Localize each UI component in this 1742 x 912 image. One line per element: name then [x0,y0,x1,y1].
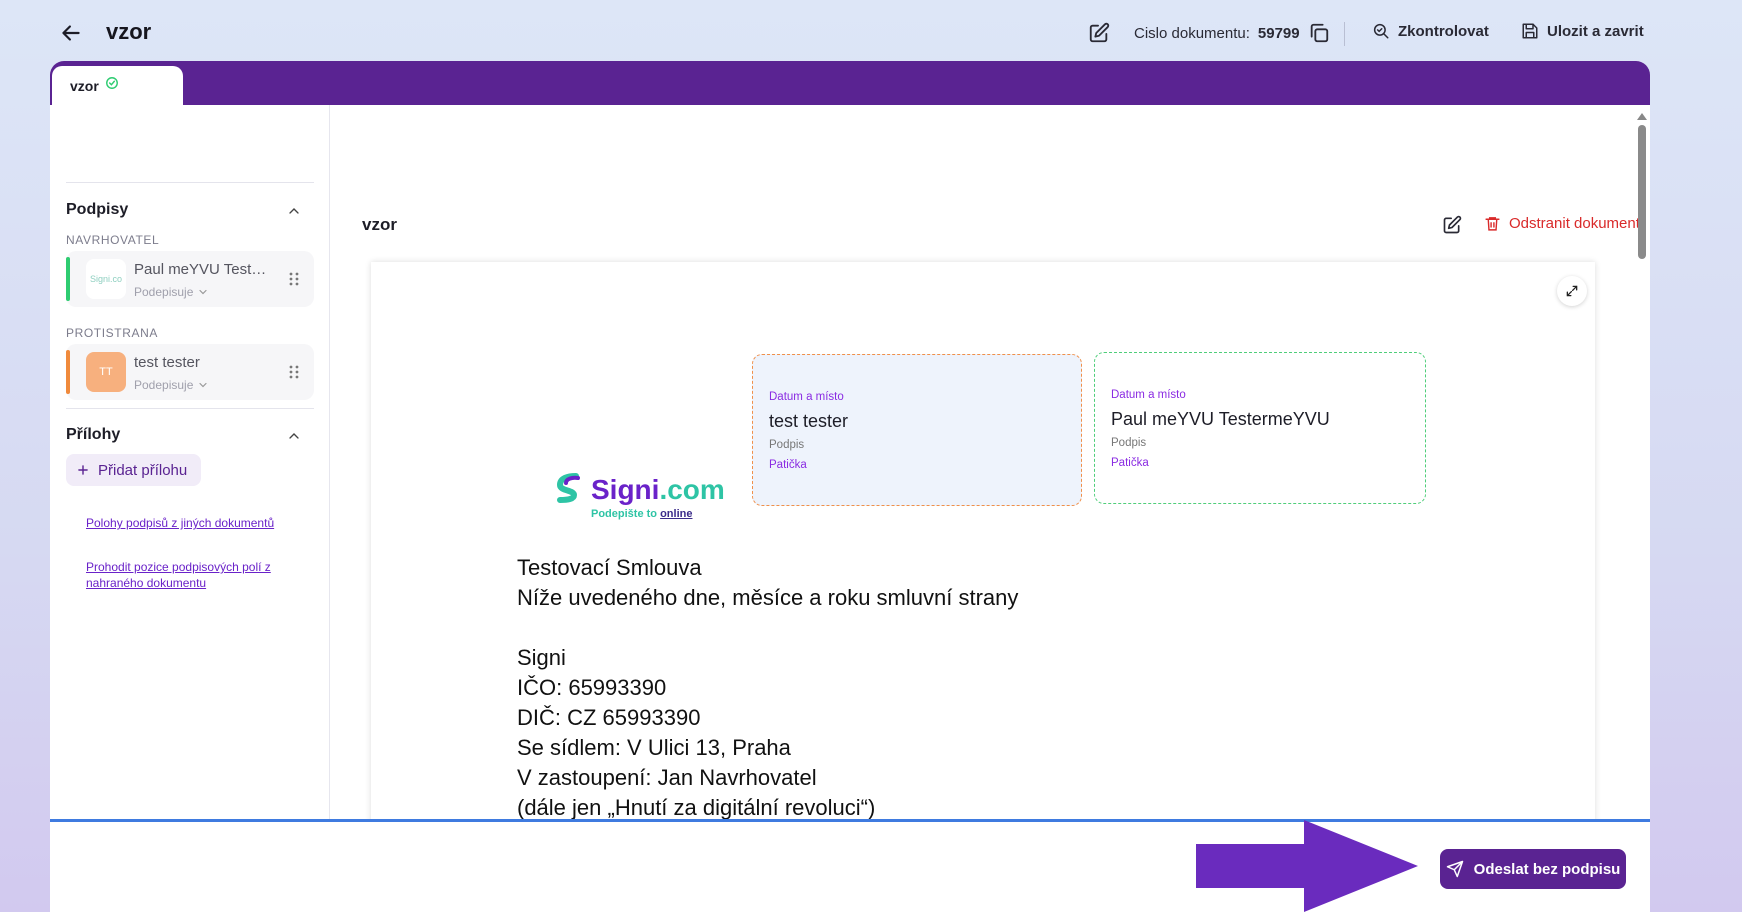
back-arrow-icon[interactable] [58,20,84,46]
document-area: vzor Odstranit dokument Signi.com Podepi… [331,105,1650,862]
tab-bar [50,61,1650,105]
signer-role-select[interactable]: Podepisuje [134,378,209,392]
link-swap-line1: Prohodit pozice podpisových polí z [86,560,271,574]
avatar: Signi.co [86,259,126,299]
logo-suffix: .com [659,474,725,505]
add-attachment-button[interactable]: Přidat přílohu [66,454,202,486]
document-text-line: V zastoupení: Jan Navrhovatel [517,765,817,790]
edit-icon[interactable] [1088,22,1110,44]
signer-role-label: Podepisuje [134,285,194,299]
document-text-line: Níže uvedeného dne, měsíce a roku smluvn… [517,585,1019,610]
document-name: vzor [362,215,397,234]
save-close-button[interactable]: Ulozit a zavrit [1521,22,1644,40]
logo-tag-text: Podepište to [591,508,658,520]
sig-name: test tester [769,411,849,431]
sidebar-divider [66,408,314,409]
edit-icon[interactable] [1442,215,1462,235]
document-text-line: Se sídlem: V Ulici 13, Praha [517,735,791,760]
signatures-title: Podpisy [66,201,129,218]
sig-sign-label: Podpis [769,439,805,451]
signi-logo-mark [556,473,580,503]
save-icon [1522,23,1538,39]
sig-date-label: Datum a místo [769,391,844,403]
check-circle-icon [105,77,118,89]
sig-footer-label: Patička [769,459,807,471]
chevron-up-icon[interactable] [286,203,302,219]
logo-main: Signi [591,474,660,505]
doc-number-value: 59799 [1257,24,1300,42]
avatar: TT [86,352,126,392]
send-label: Odeslat bez podpisu [1473,860,1621,878]
signer-stripe [66,257,70,301]
signature-field-counterparty[interactable]: Datum a místo test tester Podpis Patička [752,354,1082,506]
document-text-line: (dále jen „Hnutí za digitální revoluci“) [517,795,876,820]
chevron-down-icon [199,382,207,388]
signer-stripe [66,350,70,394]
plus-icon [78,465,88,475]
chevron-down-icon [199,289,207,295]
logo-tagline: Podepište to online [591,508,692,520]
document-text-line: Testovací Smlouva [517,555,702,580]
main-panel: vzor Podpisy NAVRHOVATEL Signi.co Paul m… [50,61,1650,912]
scroll-up-icon [1637,113,1647,120]
sidebar-divider [66,182,314,183]
signer-name: test tester [134,354,200,371]
link-swap-line2: nahraného dokumentu [86,576,207,590]
document-text-line: Signi [517,645,566,670]
signer-role-select[interactable]: Podepisuje [134,285,209,299]
counterparty-label: PROTISTRANA [66,326,158,340]
signer-card-proposer[interactable]: Signi.co Paul meYVU Tester... Podepisuje [66,251,314,307]
expand-button[interactable] [1557,276,1587,306]
trash-icon [1485,217,1500,231]
signer-name: Paul meYVU Tester... [134,261,274,278]
document-text-line: DIČ: CZ 65993390 [517,705,701,730]
chevron-up-icon[interactable] [286,428,302,444]
save-close-label: Ulozit a zavrit [1547,22,1644,40]
sig-sign-label: Podpis [1111,437,1147,449]
check-label: Zkontrolovat [1398,22,1489,40]
copy-icon[interactable] [1308,22,1330,44]
signi-logo: Signi.com [591,474,725,506]
expand-icon [1566,285,1578,297]
page-title: vzor [106,19,152,44]
tab-vzor[interactable]: vzor [52,66,183,106]
attachments-title: Přílohy [66,426,121,443]
sig-footer-label: Patička [1111,457,1149,469]
remove-document-label: Odstranit dokument [1509,215,1640,232]
signature-field-proposer[interactable]: Datum a místo Paul meYVU TestermeYVU Pod… [1094,352,1426,504]
logo-tag-bold: online [660,508,693,520]
annotation-arrow [1196,820,1418,912]
send-without-signature-button[interactable]: Odeslat bez podpisu [1440,849,1626,889]
doc-number-label: Cislo dokumentu: [1134,24,1250,42]
remove-document-button[interactable]: Odstranit dokument [1484,215,1640,232]
link-swap-positions[interactable]: Prohodit pozice podpisových polí z nahra… [86,559,271,591]
send-icon [1446,860,1463,878]
sidebar: Podpisy NAVRHOVATEL Signi.co Paul meYVU … [50,105,330,833]
link-signature-positions[interactable]: Polohy podpisů z jiných dokumentů [86,515,274,531]
signer-role-label: Podepisuje [134,378,194,392]
drag-handle-icon[interactable] [288,364,300,380]
proposer-label: NAVRHOVATEL [66,233,160,247]
scrollbar-thumb[interactable] [1638,125,1646,259]
check-button[interactable]: Zkontrolovat [1372,22,1489,40]
drag-handle-icon[interactable] [288,271,300,287]
top-header: vzor Cislo dokumentu: 59799 Zkontrolovat… [0,0,1742,64]
document-text-line: IČO: 65993390 [517,675,667,700]
signer-card-counterparty[interactable]: TT test tester Podepisuje [66,344,314,400]
sig-name: Paul meYVU TestermeYVU [1111,409,1330,429]
search-check-icon [1373,23,1389,39]
sig-date-label: Datum a místo [1111,389,1186,401]
header-divider [1344,22,1345,46]
tab-label: vzor [70,78,99,94]
doc-number: Cislo dokumentu: 59799 [1134,22,1330,44]
add-attachment-label: Přidat přílohu [98,461,188,479]
document-preview: Signi.com Podepište to online Datum a mí… [371,262,1595,862]
